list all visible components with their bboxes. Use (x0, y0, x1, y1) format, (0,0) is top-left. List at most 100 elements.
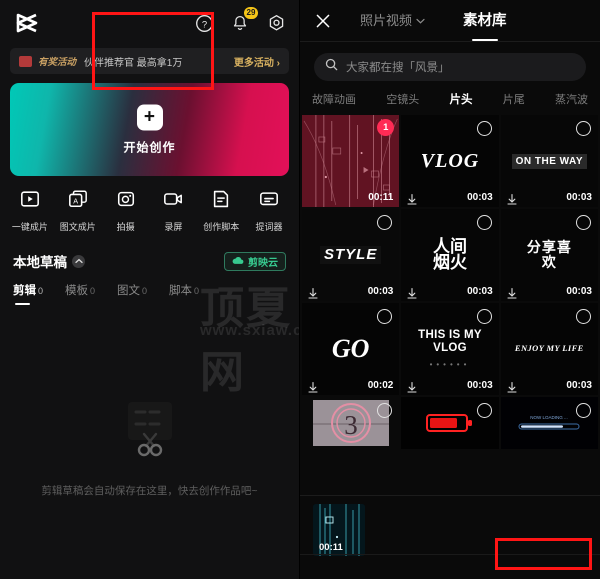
start-creating-card[interactable]: + 开始创作 (10, 83, 289, 176)
draft-tab-templates[interactable]: 模板 0 (65, 281, 95, 305)
bell-icon[interactable]: 29 (229, 7, 258, 34)
media-item[interactable]: ON THE WAY 00:03 (500, 115, 598, 207)
media-item[interactable]: STYLE 00:03 (302, 209, 400, 301)
tab-stock-library[interactable]: 素材库 (463, 9, 507, 32)
svg-text:3: 3 (344, 410, 358, 440)
notification-badge: 29 (244, 7, 258, 19)
tab-photo-video[interactable]: 照片视频 (360, 10, 425, 31)
media-title: 人间烟火 (432, 236, 467, 272)
scissors-illustration-icon (114, 400, 186, 471)
tab-label: 素材库 (463, 13, 507, 29)
tool-script[interactable]: 创作脚本 (197, 189, 245, 233)
selection-checkbox[interactable] (476, 403, 492, 418)
settings-icon[interactable] (265, 12, 287, 34)
download-icon[interactable] (308, 286, 318, 299)
category-tabs: 故障动画 空镜头 片头 片尾 蒸汽波 (300, 81, 600, 107)
media-title: VLOG (420, 150, 480, 172)
svg-text:NOW LOADING ...: NOW LOADING ... (531, 415, 569, 420)
tab-label: 照片视频 (360, 13, 413, 28)
drafts-header: 本地草稿 剪映云 (0, 233, 299, 271)
tool-teleprompter[interactable]: 提词器 (245, 189, 293, 233)
capcut-logo-icon (12, 10, 42, 36)
download-icon[interactable] (507, 380, 517, 393)
picker-header: 照片视频 素材库 (300, 0, 600, 42)
promo-banner[interactable]: 有奖活动 伙伴推荐官 最高拿1万 更多活动 › (10, 48, 289, 74)
tool-camera[interactable]: 拍摄 (102, 189, 150, 233)
tool-label: 拍摄 (116, 222, 135, 232)
cloud-icon (232, 252, 244, 270)
media-item[interactable]: 3 (302, 397, 400, 449)
media-item[interactable]: ENJOY MY LIFE 00:03 (500, 303, 598, 395)
category-outro[interactable]: 片尾 (503, 91, 525, 107)
draft-tab-textimage[interactable]: 图文 0 (117, 281, 147, 305)
category-glitch[interactable]: 故障动画 (312, 91, 356, 107)
tool-label: 提词器 (255, 222, 283, 232)
media-item[interactable]: 分享喜欢 00:03 (500, 209, 598, 301)
media-duration: 00:03 (566, 380, 592, 391)
media-duration: 00:02 (367, 380, 394, 391)
media-duration: 00:11 (368, 192, 394, 203)
tool-text-to-video[interactable]: A 图文成片 (54, 189, 102, 233)
download-icon[interactable] (407, 286, 417, 299)
search-placeholder: 大家都在搜「风景」 (346, 62, 450, 74)
draft-tabs: 剪辑 0 模板 0 图文 0 脚本 0 (0, 271, 299, 305)
tool-label: 一键成片 (11, 222, 48, 232)
media-duration: 00:03 (467, 192, 493, 203)
tool-auto-cut[interactable]: 一键成片 (6, 189, 54, 233)
draft-tab-label: 图文 (117, 285, 141, 297)
drafts-empty-state: 剪辑草稿会自动保存在这里，快去创作作品吧~ (0, 400, 299, 498)
media-item[interactable]: THIS IS MY VLOG •••••• 00:03 (401, 303, 499, 395)
selection-checkbox[interactable] (576, 121, 591, 136)
search-input[interactable]: 大家都在搜「风景」 (314, 53, 586, 81)
search-icon (325, 58, 338, 76)
media-item[interactable]: NOW LOADING ... (500, 397, 598, 449)
selection-checkbox[interactable] (576, 403, 591, 418)
media-title: ON THE WAY (511, 153, 588, 169)
media-duration: 00:03 (467, 380, 493, 391)
media-item[interactable] (401, 397, 499, 449)
download-icon[interactable] (507, 286, 517, 299)
media-item[interactable]: 1 00:11 (302, 115, 400, 207)
selection-checkbox[interactable] (576, 215, 591, 230)
text-to-video-icon: A (67, 189, 89, 214)
help-icon[interactable]: ? (193, 12, 215, 34)
teleprompter-icon (258, 189, 280, 214)
promo-more-link[interactable]: 更多活动 › (234, 54, 280, 69)
tool-label: 录屏 (164, 222, 183, 232)
promo-text: 伙伴推荐官 最高拿1万 (84, 57, 183, 69)
selection-checkbox[interactable] (476, 121, 492, 136)
script-icon (210, 189, 232, 214)
chevron-up-icon[interactable] (72, 254, 85, 268)
draft-tab-clips[interactable]: 剪辑 0 (13, 281, 43, 305)
media-item[interactable]: GO 00:02 (302, 303, 400, 395)
media-title: ENJOY MY LIFE (514, 343, 584, 354)
media-item[interactable]: VLOG 00:03 (401, 115, 499, 207)
media-item[interactable]: 人间烟火 00:03 (401, 209, 499, 301)
category-intro[interactable]: 片头 (450, 91, 473, 107)
draft-tab-label: 模板 (65, 285, 89, 297)
selected-clip-thumbnail[interactable]: 00:11 (313, 504, 365, 556)
watermark-text-url: www.sxiaw.com (200, 322, 299, 339)
draft-tab-scripts[interactable]: 脚本 0 (169, 281, 199, 305)
selection-checkbox[interactable] (576, 309, 591, 324)
tool-row: 一键成片 A 图文成片 拍摄 录屏 创作脚本 提词器 (0, 176, 299, 233)
draft-tab-count: 0 (194, 286, 200, 296)
download-icon[interactable] (407, 192, 417, 205)
start-creating-content: + 开始创作 (123, 104, 175, 155)
category-vaporwave[interactable]: 蒸汽波 (555, 91, 588, 107)
download-icon[interactable] (407, 380, 417, 393)
selection-checkbox[interactable] (476, 309, 492, 324)
top-bar-actions: ? 29 (193, 7, 287, 34)
draft-tab-count: 0 (38, 286, 44, 296)
download-icon[interactable] (507, 192, 517, 205)
category-bspace[interactable]: 空镜头 (386, 91, 419, 107)
top-bar: ? 29 (0, 0, 299, 46)
dots-decoration-icon: •••••• (429, 359, 471, 369)
close-icon[interactable] (314, 12, 332, 30)
selection-checkbox[interactable] (476, 215, 492, 230)
cloud-drive-button[interactable]: 剪映云 (224, 251, 286, 271)
tool-screen-record[interactable]: 录屏 (149, 189, 197, 233)
media-picker-panel: 照片视频 素材库 大家都在搜「风景」 故障动画 空镜头 片头 片尾 蒸汽波 1 … (300, 0, 600, 579)
plus-icon: + (136, 104, 163, 130)
download-icon[interactable] (308, 380, 318, 393)
